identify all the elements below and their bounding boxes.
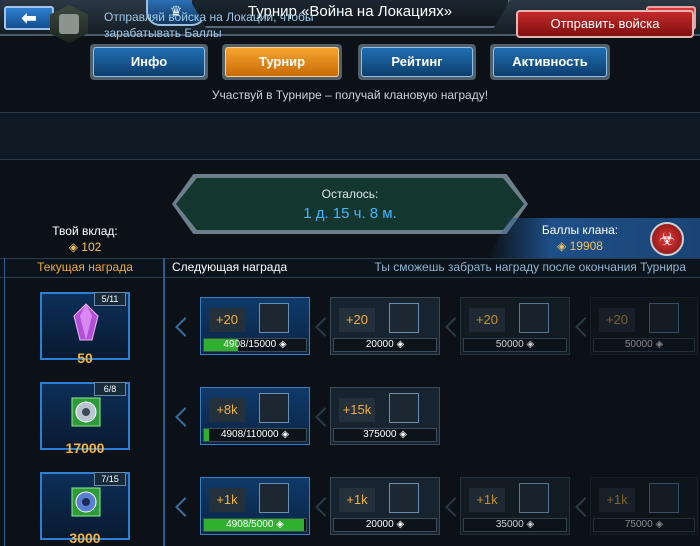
next-reward-header: Следующая награда [172, 260, 288, 274]
current-reward-header: Текущая награда [37, 260, 133, 274]
reward-amount: +8k [209, 398, 245, 422]
contribution-value: ◈ 102 [68, 240, 102, 254]
chevron-left-icon [175, 407, 195, 427]
reward-value: 3000 [69, 530, 101, 546]
reward-amount: +20 [599, 308, 635, 332]
contribution-label: Твой вклад: [52, 224, 118, 238]
tab-rating[interactable]: Рейтинг [358, 44, 476, 80]
gear-icon [259, 483, 289, 513]
progress-fill [204, 429, 209, 441]
reward-threshold: 35000 ◈ [463, 518, 567, 532]
reward-threshold: 375000 ◈ [333, 428, 437, 442]
reward-value: 17000 [65, 440, 105, 456]
gear-icon [259, 393, 289, 423]
crystal-icon [259, 303, 289, 333]
gear-icon [519, 483, 549, 513]
column-divider [164, 258, 165, 546]
reward-amount: +1k [469, 488, 505, 512]
timer-value: 1 д. 15 ч. 8 м. [303, 205, 397, 222]
clan-points-label: Баллы клана: [541, 223, 619, 237]
reward-card[interactable]: +20 4908/15000 ◈ [200, 297, 310, 355]
tab-label: Активность [493, 47, 607, 77]
reward-count: 5/11 [94, 292, 126, 306]
reward-amount: +1k [339, 488, 375, 512]
reward-threshold: 50000 ◈ [463, 338, 567, 352]
current-reward-card[interactable]: 6/8 17000 [40, 382, 130, 456]
tab-label: Турнир [225, 47, 339, 77]
reward-progress: 4908/5000 ◈ [203, 518, 307, 532]
reward-threshold: 20000 ◈ [333, 338, 437, 352]
reward-value: 50 [77, 350, 93, 366]
reward-threshold: 75000 ◈ [593, 518, 695, 532]
tab-label: Инфо [93, 47, 205, 77]
gear-icon [71, 397, 101, 427]
crystal-icon [649, 303, 679, 333]
reward-card[interactable]: +15k 375000 ◈ [330, 387, 440, 445]
reward-amount: +1k [599, 488, 635, 512]
reward-amount: +20 [339, 308, 375, 332]
crystal-icon [73, 303, 99, 341]
reward-threshold: 50000 ◈ [593, 338, 695, 352]
tab-label: Рейтинг [361, 47, 473, 77]
tab-tournament[interactable]: Турнир [222, 44, 342, 80]
gear-icon [71, 487, 101, 517]
tab-activity[interactable]: Активность [490, 44, 610, 80]
timer-box [176, 178, 524, 230]
reward-note: Ты сможешь забрать награду после окончан… [374, 260, 686, 274]
reward-progress: 4908/110000 ◈ [203, 428, 307, 442]
back-button[interactable]: ⬅ [4, 6, 54, 30]
gear-icon [649, 483, 679, 513]
reward-card[interactable]: +20 20000 ◈ [330, 297, 440, 355]
reward-card[interactable]: +20 50000 ◈ [590, 297, 698, 355]
reward-card[interactable]: +20 50000 ◈ [460, 297, 570, 355]
timer-label: Осталось: [321, 187, 379, 201]
reward-count: 6/8 [94, 382, 126, 396]
biohazard-icon: ☣ [650, 222, 684, 256]
reward-card[interactable]: +1k 75000 ◈ [590, 477, 698, 535]
reward-count: 7/15 [94, 472, 126, 486]
arrow-left-icon: ⬅ [21, 8, 37, 28]
reward-amount: +15k [339, 398, 375, 422]
crystal-icon [519, 303, 549, 333]
clan-points-value: ◈ 19908 [557, 239, 603, 253]
current-reward-card[interactable]: 7/15 3000 [40, 472, 130, 546]
gear-icon [389, 483, 419, 513]
reward-amount: +20 [469, 308, 505, 332]
reward-card[interactable]: +1k 4908/5000 ◈ [200, 477, 310, 535]
gear-icon [389, 393, 419, 423]
crystal-icon [389, 303, 419, 333]
reward-amount: +20 [209, 308, 245, 332]
reward-card[interactable]: +1k 35000 ◈ [460, 477, 570, 535]
chevron-left-icon [175, 497, 195, 517]
chevron-left-icon [175, 317, 195, 337]
reward-card[interactable]: +8k 4908/110000 ◈ [200, 387, 310, 445]
send-troops-bar [0, 112, 700, 160]
subtitle: Участвуй в Турнире – получай клановую на… [211, 88, 489, 102]
reward-card[interactable]: +1k 20000 ◈ [330, 477, 440, 535]
send-troops-text: Отправляй войска на Локации, чтобы зараб… [104, 10, 314, 40]
reward-threshold: 20000 ◈ [333, 518, 437, 532]
current-reward-card[interactable]: 5/11 50 [40, 292, 130, 366]
reward-amount: +1k [209, 488, 245, 512]
send-troops-button[interactable]: Отправить войска [516, 10, 694, 38]
tab-info[interactable]: Инфо [90, 44, 208, 80]
reward-progress: 4908/15000 ◈ [203, 338, 307, 352]
